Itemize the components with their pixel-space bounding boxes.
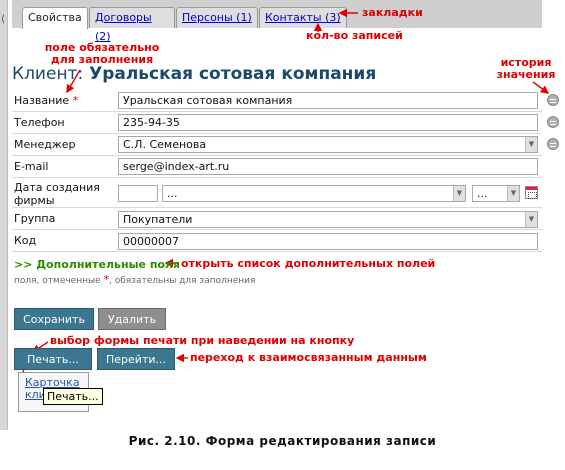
year-select[interactable]: ... ▼ (472, 185, 520, 202)
delete-button[interactable]: Удалить (98, 308, 166, 330)
required-star: * (72, 94, 79, 107)
row-code: Код 00000007 (12, 230, 542, 252)
tab-contacts[interactable]: Контакты (3) (259, 7, 347, 28)
group-select[interactable]: Покупатели ▼ (118, 211, 538, 228)
row-creation-date: Дата создания фирмы ... ▼ ... ▼ (12, 178, 542, 208)
month-select-value: ... (167, 187, 178, 200)
phone-label: Телефон (14, 116, 65, 129)
additional-fields-link[interactable]: >> Дополнительные поля (14, 258, 180, 271)
manager-label: Менеджер (14, 138, 76, 151)
row-manager: Менеджер С.Л. Семенова ▼ (12, 134, 559, 156)
tab-bar: Свойства Договоры (2) Персоны (1) Контак… (12, 0, 542, 43)
annotation-print-form: выбор формы печати при наведении на кноп… (50, 334, 355, 347)
group-select-value: Покупатели (123, 213, 193, 226)
name-label-text: Название (14, 94, 70, 107)
row-email: E-mail serge@index-art.ru (12, 156, 542, 178)
creation-date-label: Дата создания фирмы (14, 181, 100, 207)
annotation-required-field: поле обязательно для заполнения (44, 41, 160, 66)
code-input[interactable]: 00000007 (118, 233, 538, 250)
left-collapse-strip[interactable]: ⟨ (0, 0, 8, 430)
print-tooltip: Печать... (43, 388, 103, 405)
creation-date-label-line1: Дата создания (14, 181, 100, 194)
name-input[interactable]: Уральская сотовая компания (118, 92, 538, 109)
chevron-down-icon[interactable]: ▼ (453, 186, 465, 201)
history-icon[interactable] (547, 116, 559, 128)
figure-caption: Рис. 2.10. Форма редактирования записи (128, 434, 437, 448)
email-label: E-mail (14, 160, 49, 173)
day-input[interactable] (118, 185, 158, 202)
manager-select[interactable]: С.Л. Семенова ▼ (118, 136, 538, 153)
print-button[interactable]: Печать... (14, 348, 92, 370)
collapse-arrow-icon[interactable]: ⟨ (1, 14, 5, 25)
annotation-related-data: переход к взаимосвязанным данным (190, 351, 427, 364)
history-icon[interactable] (547, 138, 559, 150)
page-title: Клиент: Уральская сотовая компания (12, 64, 376, 84)
calendar-icon[interactable] (525, 186, 538, 199)
row-group: Группа Покупатели ▼ (12, 208, 542, 230)
tab-persons[interactable]: Персоны (1) (176, 7, 258, 28)
creation-date-label-line2: фирмы (14, 194, 55, 207)
manager-select-value: С.Л. Семенова (123, 138, 207, 151)
row-phone: Телефон 235-94-35 (12, 112, 559, 134)
required-hint-after: , обязательны для заполнения (108, 276, 256, 286)
chevron-down-icon[interactable]: ▼ (507, 186, 519, 201)
code-label: Код (14, 234, 37, 247)
year-select-value: ... (477, 187, 488, 200)
history-icon[interactable] (547, 94, 559, 106)
chevron-down-icon[interactable]: ▼ (525, 212, 537, 227)
required-hint: поля, отмеченные *, обязательны для запо… (14, 273, 255, 286)
month-select[interactable]: ... ▼ (162, 185, 466, 202)
required-hint-before: поля, отмеченные (14, 276, 104, 286)
annotation-tabs: закладки (362, 6, 423, 19)
group-label: Группа (14, 212, 56, 225)
email-input[interactable]: serge@index-art.ru (118, 158, 538, 175)
annotation-record-count: кол-во записей (306, 29, 403, 42)
tab-properties[interactable]: Свойства (22, 7, 88, 29)
annotation-value-history: история значения (496, 56, 556, 81)
annotation-extra-fields: открыть список дополнительных полей (181, 257, 436, 270)
chevron-down-icon[interactable]: ▼ (525, 137, 537, 152)
title-prefix: Клиент: (12, 64, 84, 84)
title-client-name: Уральская сотовая компания (89, 64, 377, 84)
save-button[interactable]: Сохранить (14, 308, 94, 330)
row-name: Название * Уральская сотовая компания (12, 90, 559, 112)
phone-input[interactable]: 235-94-35 (118, 114, 538, 131)
name-label: Название * (14, 94, 78, 107)
goto-button[interactable]: Перейти... (97, 348, 175, 370)
tab-contracts[interactable]: Договоры (2) (89, 7, 175, 43)
